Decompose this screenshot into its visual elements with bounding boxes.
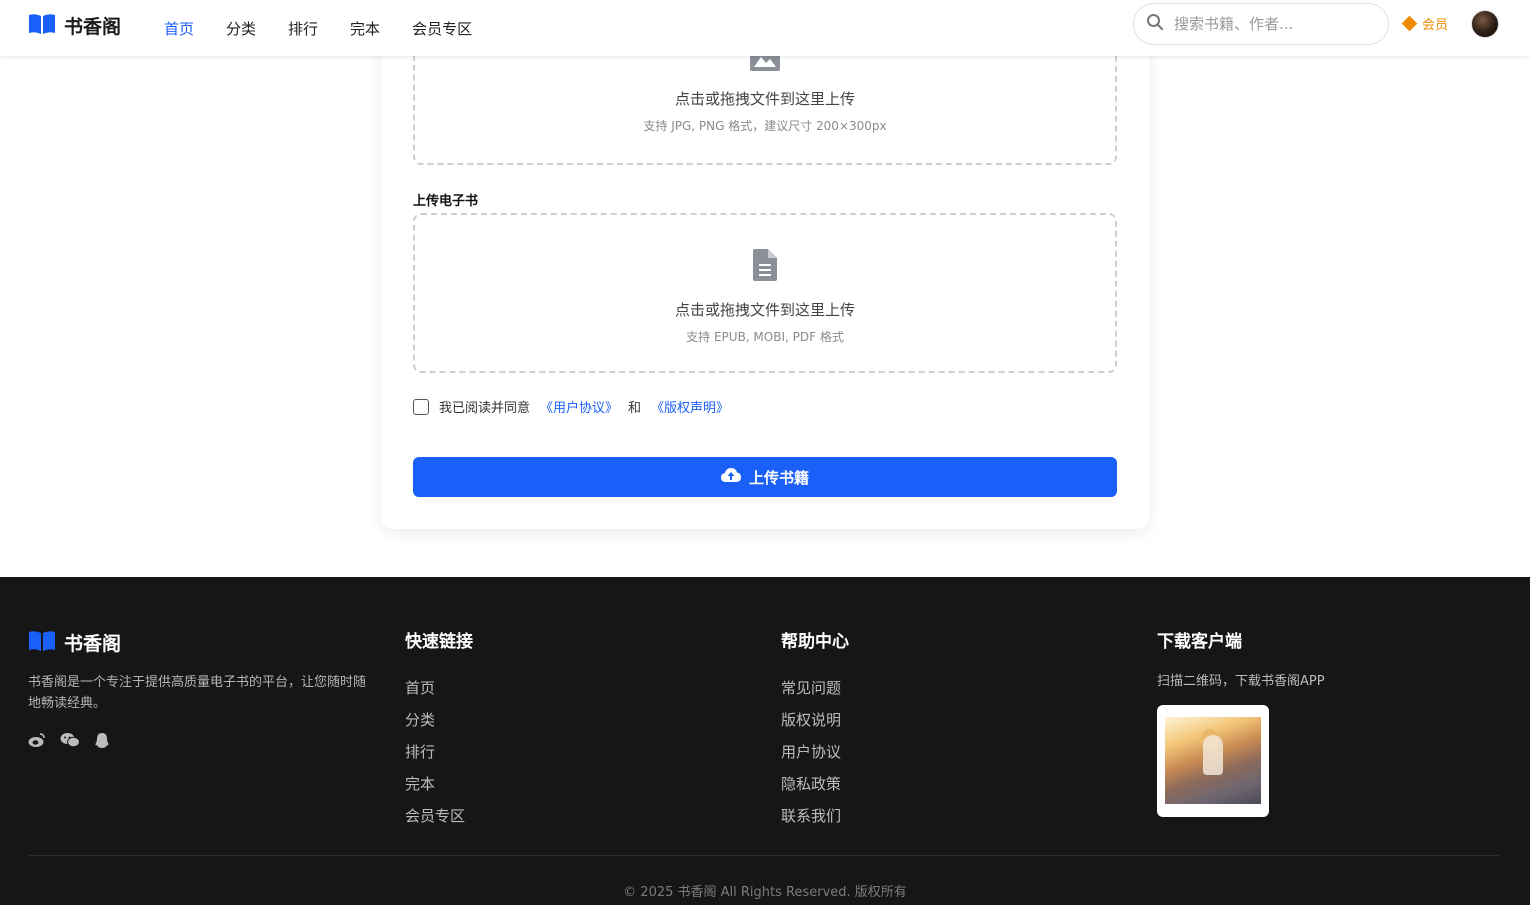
qq-icon[interactable] — [94, 732, 110, 753]
footer-link-privacy[interactable]: 隐私政策 — [781, 768, 849, 800]
site-logo-text: 书香阁 — [64, 16, 122, 38]
footer-description: 书香阁是一个专注于提供高质量电子书的平台，让您随时随地畅读经典。 — [28, 675, 367, 711]
cover-dropzone-hint: 支持 JPG, PNG 格式，建议尺寸 200×300px — [643, 119, 887, 133]
vip-button[interactable]: 会员 — [1401, 14, 1449, 33]
footer-link-user-agreement[interactable]: 用户协议 — [781, 736, 849, 768]
footer-link-copyright[interactable]: 版权说明 — [781, 704, 849, 736]
search-box — [1133, 3, 1389, 45]
footer-quick-links: 快速链接 首页 分类 排行 完本 会员专区 — [405, 627, 473, 832]
nav-item-vip-zone[interactable]: 会员专区 — [412, 18, 472, 39]
footer-logo[interactable]: 书香阁 — [28, 629, 121, 656]
footer-divider — [28, 855, 1500, 856]
user-avatar[interactable] — [1471, 10, 1499, 38]
footer-download: 下载客户端 扫描二维码，下载书香阁APP — [1157, 627, 1325, 689]
wechat-icon[interactable] — [60, 732, 80, 753]
footer-link-vip-zone[interactable]: 会员专区 — [405, 800, 473, 832]
book-open-icon — [28, 13, 56, 39]
download-title: 下载客户端 — [1157, 632, 1242, 652]
footer-link-home[interactable]: 首页 — [405, 672, 473, 704]
footer-link-categories[interactable]: 分类 — [405, 704, 473, 736]
site-logo[interactable]: 书香阁 — [28, 12, 121, 39]
nav-item-home[interactable]: 首页 — [164, 18, 194, 39]
weibo-icon[interactable] — [28, 732, 46, 753]
nav-item-categories[interactable]: 分类 — [226, 18, 256, 39]
search-input[interactable] — [1174, 15, 1374, 33]
footer-link-completed[interactable]: 完本 — [405, 768, 473, 800]
search-icon[interactable] — [1146, 13, 1164, 35]
file-text-icon — [753, 249, 777, 285]
book-open-icon — [28, 630, 56, 656]
quick-links-title: 快速链接 — [405, 632, 473, 652]
copyright-notice-link[interactable]: 《版权声明》 — [651, 397, 729, 416]
nav-item-completed[interactable]: 完本 — [350, 18, 380, 39]
upload-book-button-label: 上传书籍 — [748, 468, 809, 487]
qr-code-image — [1165, 717, 1261, 804]
agree-and-text: 和 — [628, 401, 642, 416]
site-footer: 书香阁 书香阁是一个专注于提供高质量电子书的平台，让您随时随地畅读经典。 快速链… — [0, 577, 1530, 905]
user-agreement-link[interactable]: 《用户协议》 — [540, 397, 618, 416]
top-navbar: 书香阁 首页 分类 排行 完本 会员专区 会员 — [0, 0, 1530, 56]
help-center-title: 帮助中心 — [781, 632, 849, 652]
ebook-upload-dropzone[interactable]: 点击或拖拽文件到这里上传 支持 EPUB, MOBI, PDF 格式 — [413, 213, 1117, 373]
upload-form-card: 点击或拖拽文件到这里上传 支持 JPG, PNG 格式，建议尺寸 200×300… — [381, 20, 1149, 529]
footer-link-faq[interactable]: 常见问题 — [781, 672, 849, 704]
copyright-text: © 2025 书香阁 All Rights Reserved. 版权所有 — [623, 885, 907, 900]
ebook-dropzone-hint: 支持 EPUB, MOBI, PDF 格式 — [686, 330, 844, 344]
main-nav: 首页 分类 排行 完本 会员专区 — [164, 0, 472, 56]
footer-help-center: 帮助中心 常见问题 版权说明 用户协议 隐私政策 联系我们 — [781, 627, 849, 832]
social-links — [28, 732, 110, 753]
nav-item-ranking[interactable]: 排行 — [288, 18, 318, 39]
app-qr-code — [1157, 705, 1269, 817]
footer-link-contact[interactable]: 联系我们 — [781, 800, 849, 832]
footer-logo-text: 书香阁 — [64, 633, 122, 655]
ebook-dropzone-title: 点击或拖拽文件到这里上传 — [674, 301, 855, 319]
agree-prefix-text: 我已阅读并同意 — [439, 401, 531, 416]
footer-link-ranking[interactable]: 排行 — [405, 736, 473, 768]
upload-book-button[interactable]: 上传书籍 — [413, 457, 1117, 497]
diamond-icon — [1401, 15, 1418, 32]
vip-label: 会员 — [1422, 18, 1449, 33]
agreement-row: 我已阅读并同意 《用户协议》 和 《版权声明》 — [413, 397, 729, 416]
agree-checkbox[interactable] — [413, 398, 429, 415]
cloud-upload-icon — [720, 467, 741, 487]
ebook-upload-label: 上传电子书 — [413, 194, 479, 209]
download-note: 扫描二维码，下载书香阁APP — [1157, 674, 1325, 689]
cover-dropzone-title: 点击或拖拽文件到这里上传 — [674, 90, 855, 108]
